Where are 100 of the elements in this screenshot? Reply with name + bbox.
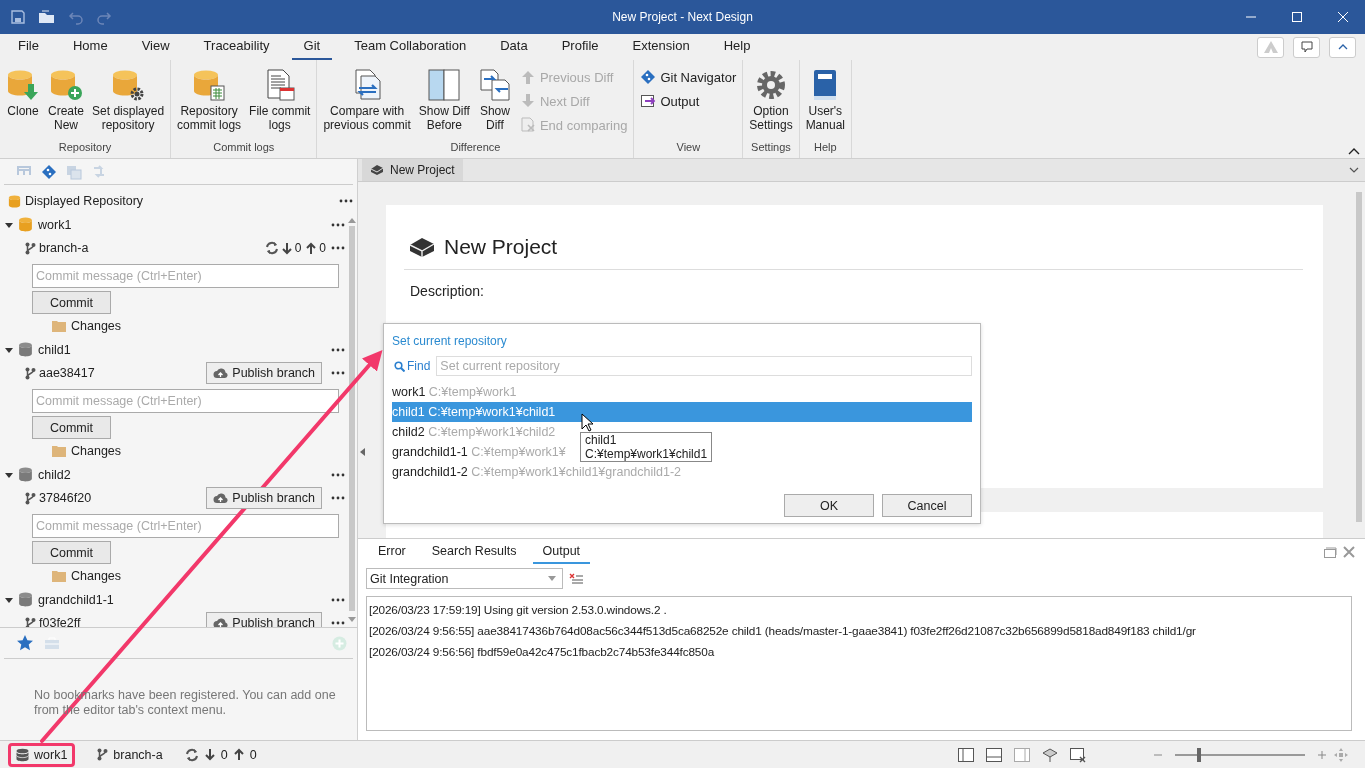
commit-message-field[interactable]: Commit message (Ctrl+Enter) (32, 514, 339, 538)
more-icon[interactable] (331, 347, 345, 352)
scroll-up-icon[interactable] (348, 217, 356, 223)
maximize-icon[interactable] (1291, 11, 1303, 23)
more-icon[interactable] (331, 621, 345, 625)
repository-name[interactable]: work1 (38, 217, 72, 232)
feedback-button[interactable] (1293, 36, 1320, 58)
repository-name[interactable]: child2 (38, 467, 71, 482)
scrollbar-thumb[interactable] (1356, 192, 1362, 522)
sync-icon[interactable] (264, 241, 279, 255)
commit-message-field[interactable]: Commit message (Ctrl+Enter) (32, 264, 339, 288)
dialog-button[interactable]: OK (784, 494, 874, 517)
repository-name[interactable]: child1 (38, 342, 71, 357)
ribbon-button[interactable]: Compare with previous commit (320, 64, 414, 138)
ribbon-group-label: Difference (449, 140, 502, 155)
model-icon[interactable] (1041, 746, 1059, 763)
publish-branch-button[interactable]: Publish branch (206, 612, 322, 627)
more-icon[interactable] (331, 597, 345, 602)
ribbon-button[interactable]: Option Settings (746, 64, 796, 138)
zoom-slider-thumb[interactable] (1197, 747, 1202, 762)
ribbon-button[interactable]: Show Diff (474, 64, 515, 138)
publish-branch-button[interactable]: Publish branch (206, 487, 322, 509)
ribbon-button[interactable]: Git Navigator (637, 66, 740, 88)
database-icon (7, 193, 22, 209)
ribbon-button[interactable]: User's Manual (802, 64, 848, 138)
source-dropdown[interactable]: Git Integration (366, 568, 563, 589)
layout-icon[interactable] (985, 746, 1003, 763)
changes-node[interactable]: Changes (71, 569, 122, 583)
menu-tab[interactable]: Help (711, 36, 763, 60)
ribbon-button[interactable]: Clone (3, 64, 43, 138)
repository-item[interactable]: grandchild1-1 C:¥temp¥work1¥ (392, 442, 566, 462)
folder-icon (52, 570, 66, 582)
commit-button[interactable]: Commit (32, 291, 111, 314)
more-icon[interactable] (331, 472, 345, 477)
scroll-down-icon[interactable] (348, 617, 356, 623)
more-icon[interactable] (331, 222, 345, 227)
ribbon-button[interactable]: File commit logs (246, 64, 314, 138)
star-icon[interactable] (16, 634, 34, 652)
database-icon (17, 591, 34, 608)
menu-tab[interactable]: Team Collaboration (342, 36, 479, 60)
status-repository[interactable]: work1 (8, 742, 76, 767)
menu-tab[interactable]: File (6, 36, 51, 60)
window-title: New Project - Next Design (612, 10, 753, 24)
output-tab[interactable]: Search Results (421, 540, 527, 564)
clear-list-icon[interactable] (569, 572, 583, 585)
collapse-arrow-icon[interactable] (360, 448, 365, 456)
branch-name: 37846f20 (39, 491, 92, 505)
repository-name[interactable]: grandchild1-1 (38, 592, 114, 607)
commit-button[interactable]: Commit (32, 416, 111, 439)
output-tab[interactable]: Output (532, 540, 591, 564)
save-icon[interactable] (10, 9, 26, 25)
menu-tab[interactable]: Home (60, 36, 120, 60)
ribbon-button[interactable]: Repository commit logs (174, 64, 245, 138)
cloud-upload-icon (213, 367, 229, 379)
status-branch[interactable]: branch-a (89, 742, 171, 767)
more-icon[interactable] (331, 246, 345, 250)
branch-icon (25, 491, 36, 505)
chevron-up-icon[interactable] (1348, 147, 1360, 155)
repository-item[interactable]: grandchild1-2 C:¥temp¥work1¥child1¥grandchild1-2 (392, 462, 682, 482)
search-field[interactable]: Set current repository (436, 356, 972, 376)
commit-button[interactable]: Commit (32, 541, 111, 564)
expand-caret-icon[interactable] (5, 470, 13, 479)
menu-tab[interactable]: Extension (620, 36, 702, 60)
menu-tab[interactable]: View (129, 36, 182, 60)
ribbon-button[interactable]: Create New (45, 64, 88, 138)
log-line: [2026/03/23 17:59:19] Using git version 2.53.0.windows.2 . (369, 602, 668, 619)
open-folder-icon[interactable] (38, 9, 56, 25)
chevron-down-icon[interactable] (1349, 167, 1359, 173)
find-button[interactable]: Find (392, 359, 433, 373)
expand-caret-icon[interactable] (5, 345, 13, 354)
menu-tab[interactable]: Data (488, 36, 540, 60)
restore-icon[interactable] (1324, 546, 1337, 558)
menu-tab[interactable]: Profile (549, 36, 611, 60)
ribbon-button[interactable]: Show Diff Before (415, 64, 473, 138)
changes-node[interactable]: Changes (71, 319, 122, 333)
repository-item[interactable]: work1 C:¥temp¥work1 (392, 382, 517, 402)
git-icon[interactable] (41, 163, 57, 180)
dialog-button[interactable]: Cancel (882, 494, 972, 517)
cursor-icon (581, 413, 594, 432)
sync-icon[interactable] (184, 747, 199, 762)
more-icon[interactable] (331, 371, 345, 375)
layout-icon[interactable] (957, 746, 975, 763)
editor-tab[interactable]: New Project (362, 159, 463, 181)
incoming-count: 0 (220, 747, 228, 762)
publish-branch-button[interactable]: Publish branch (206, 362, 322, 384)
more-icon[interactable] (331, 496, 345, 500)
menu-tab[interactable]: Git (291, 36, 333, 60)
scrollbar-thumb[interactable] (349, 226, 355, 611)
output-tab[interactable]: Error (368, 540, 416, 564)
more-icon[interactable] (339, 199, 353, 203)
ribbon-button[interactable]: Output (637, 90, 740, 112)
menu-tab[interactable]: Traceability (191, 36, 282, 60)
commit-message-field[interactable]: Commit message (Ctrl+Enter) (32, 389, 339, 413)
window-close-icon[interactable] (1069, 746, 1087, 763)
repository-item[interactable]: child2 C:¥temp¥work1¥child2 (392, 422, 556, 442)
expand-caret-icon[interactable] (5, 220, 13, 229)
branch-icon (25, 366, 36, 380)
ribbon-button[interactable]: Set displayed repository (89, 64, 168, 138)
expand-caret-icon[interactable] (5, 595, 13, 604)
changes-node[interactable]: Changes (71, 444, 122, 458)
